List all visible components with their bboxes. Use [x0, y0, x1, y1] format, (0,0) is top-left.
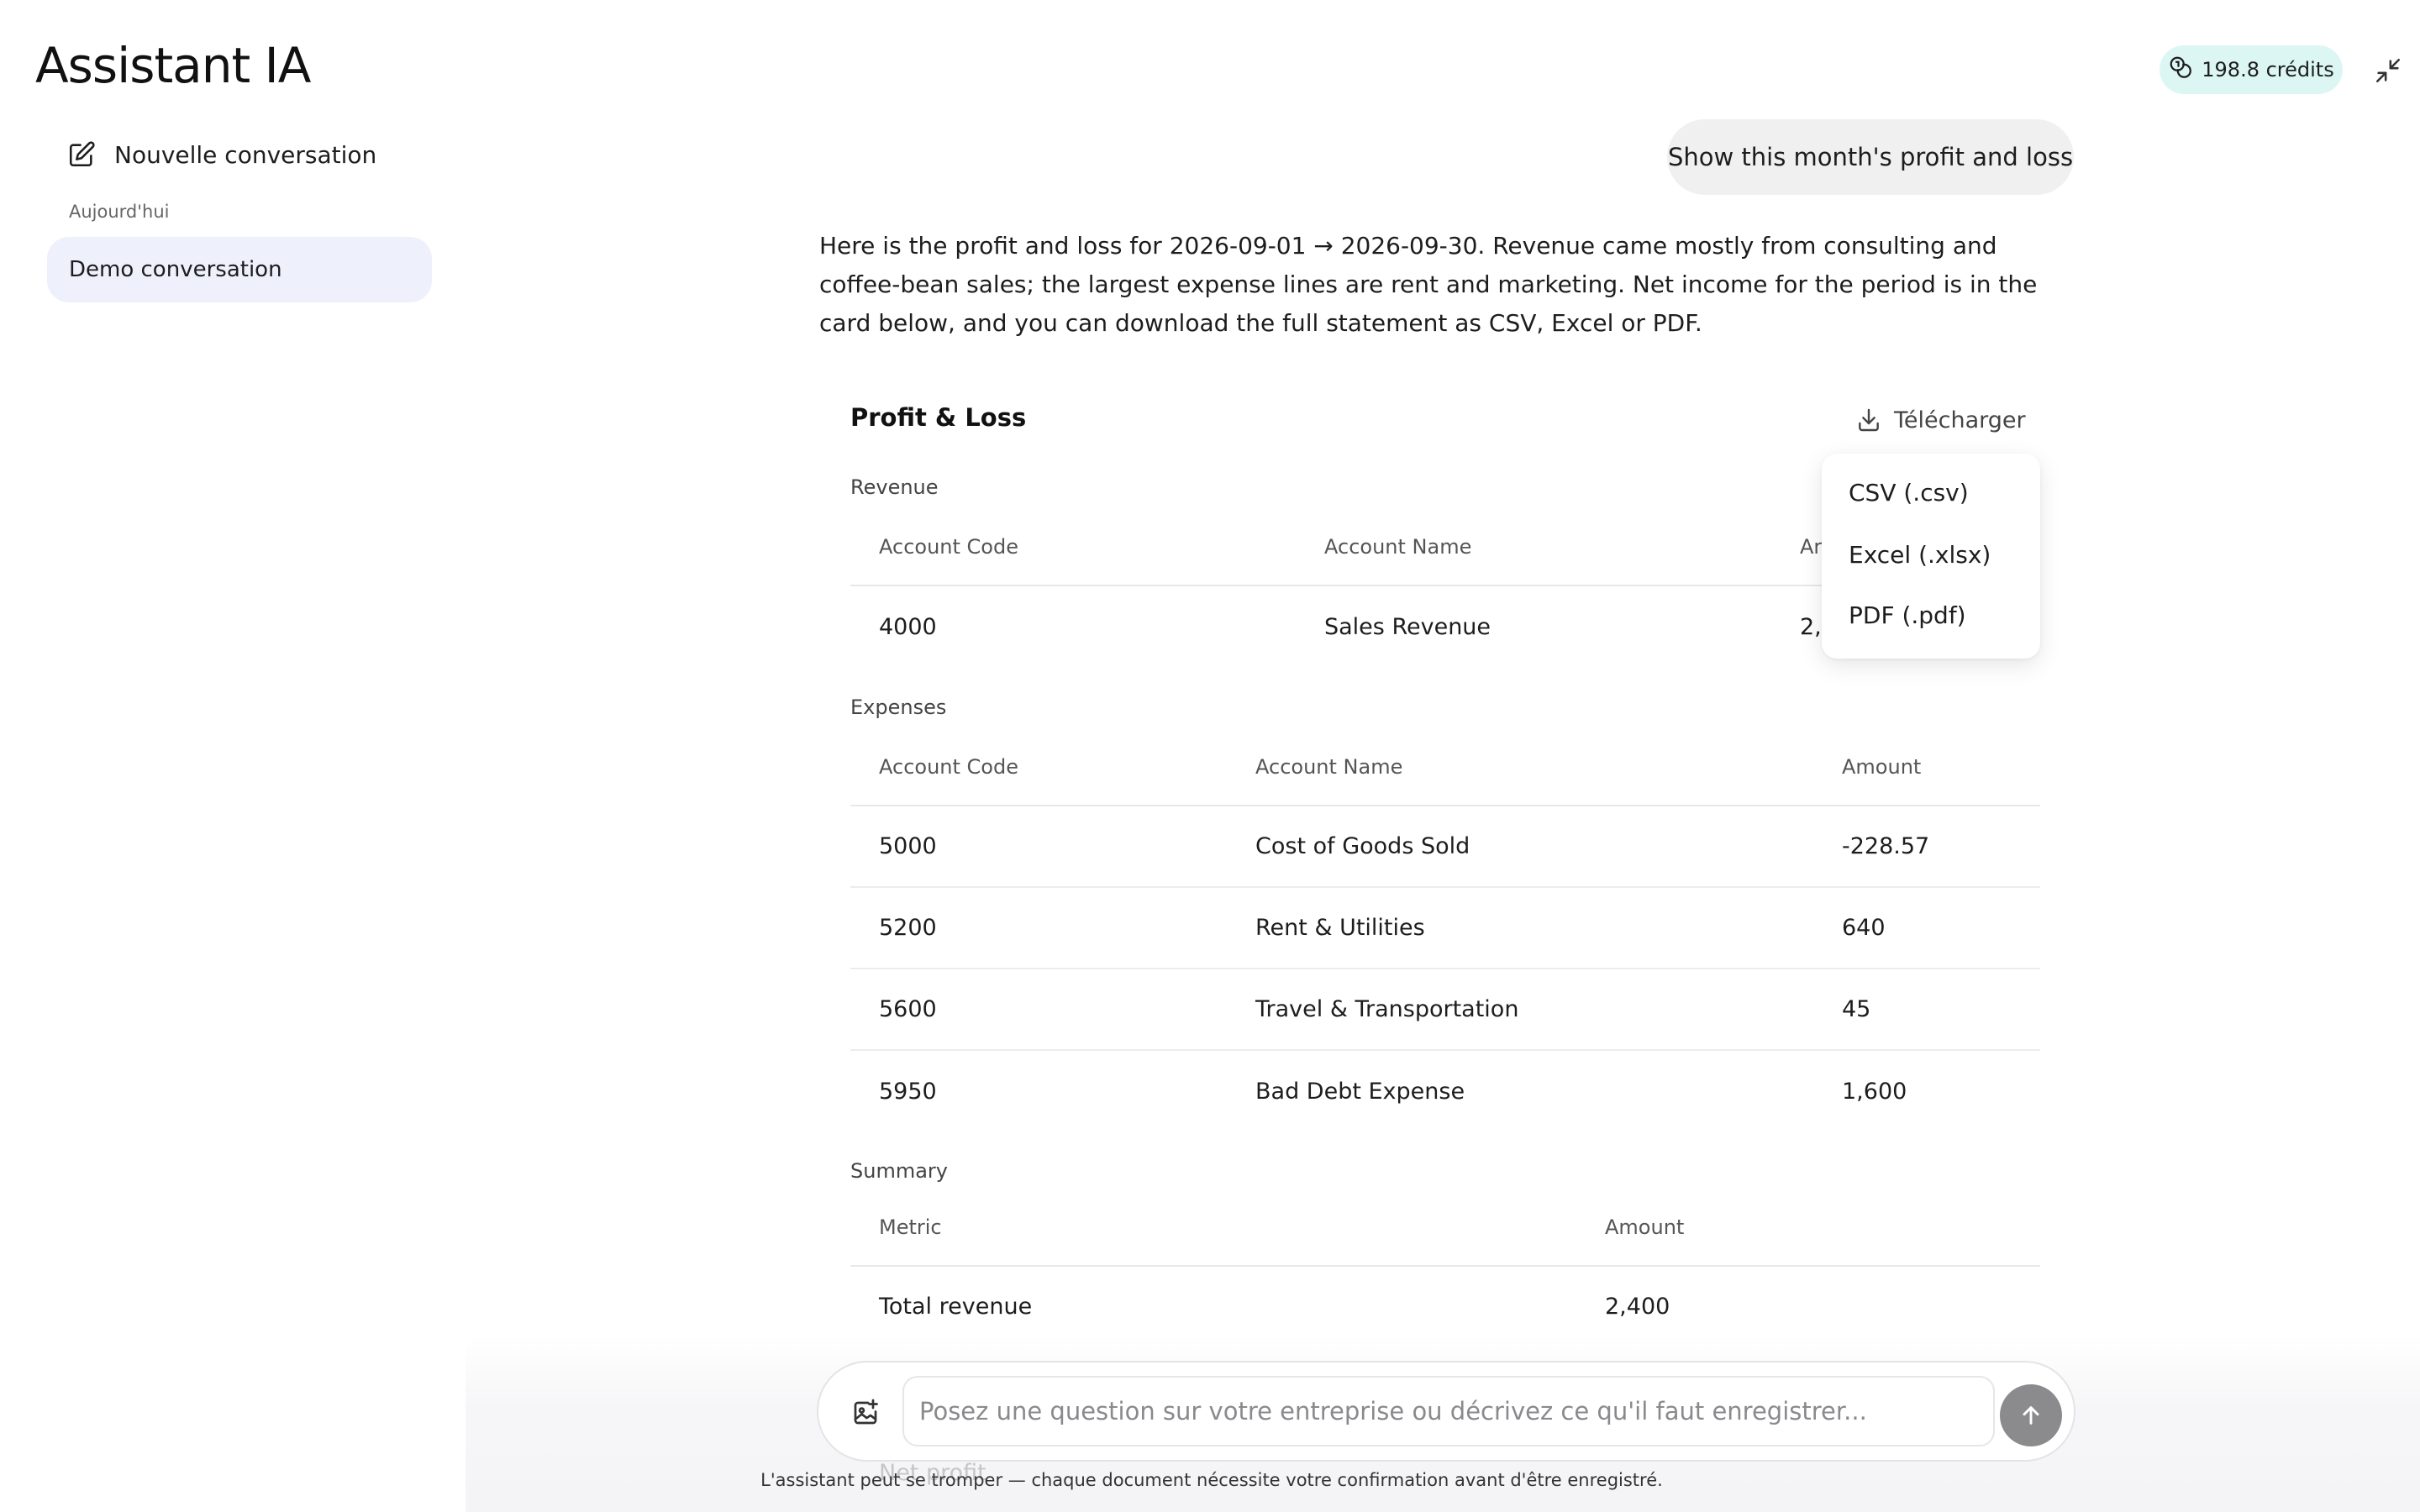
column-header-metric: Metric — [879, 1215, 942, 1239]
download-option-csv[interactable]: CSV (.csv) — [1849, 475, 1969, 509]
column-header-amount: Amount — [1605, 1215, 1685, 1239]
sidebar-item-label: Demo conversation — [69, 257, 282, 282]
amount-cell: 2,400 — [1605, 1293, 1670, 1320]
summary-section-label: Summary — [850, 1159, 948, 1183]
new-conversation-label: Nouvelle conversation — [114, 140, 377, 169]
new-conversation-button[interactable]: Nouvelle conversation — [67, 134, 376, 175]
column-header-account-code: Account Code — [879, 755, 1018, 779]
download-icon — [1859, 408, 1879, 432]
amount-cell: 640 — [1842, 915, 1886, 941]
send-button[interactable] — [2000, 1384, 2062, 1446]
credits-label: 198.8 crédits — [2202, 58, 2334, 81]
download-button[interactable]: Télécharger — [1855, 402, 2026, 438]
account-name-cell: Bad Debt Expense — [1255, 1079, 1465, 1105]
table-row: Total revenue 2,400 — [850, 1267, 2040, 1346]
download-option-pdf[interactable]: PDF (.pdf) — [1849, 598, 1966, 632]
app-window: Assistant IA 198.8 crédits Nouvelle conv… — [0, 0, 2420, 1512]
column-header-amount: Ar — [1800, 535, 1823, 559]
assistant-message: Here is the profit and loss for 2026-09-… — [819, 232, 2038, 337]
account-name-cell: Cost of Goods Sold — [1255, 833, 1470, 859]
message-input[interactable] — [902, 1376, 1995, 1446]
table-header-row: Metric Amount — [850, 1189, 2040, 1267]
image-add-icon[interactable] — [850, 1398, 881, 1428]
user-message-text: Show this month's profit and loss — [1667, 143, 2074, 171]
summary-table: Metric Amount Total revenue 2,400 — [850, 1189, 2040, 1346]
credits-badge[interactable]: 198.8 crédits — [2160, 45, 2343, 94]
sidebar-section-today: Aujourd'hui — [69, 202, 170, 222]
download-label: Télécharger — [1894, 407, 2026, 433]
table-row: 5600 Travel & Transportation 45 — [850, 969, 2040, 1051]
amount-cell: 45 — [1842, 996, 1871, 1022]
composer — [817, 1361, 2075, 1462]
user-message-bubble: Show this month's profit and loss — [1667, 119, 2074, 195]
collapse-button[interactable] — [2371, 54, 2405, 87]
account-code-cell: 4000 — [879, 614, 937, 640]
download-menu: CSV (.csv) Excel (.xlsx) PDF (.pdf) — [1822, 454, 2040, 659]
column-header-amount: Amount — [1842, 755, 1922, 779]
revenue-section-label: Revenue — [850, 475, 939, 499]
account-code-cell: 5000 — [879, 833, 937, 859]
account-code-cell: 5950 — [879, 1079, 937, 1105]
table-header-row: Account Code Account Name Amount — [850, 729, 2040, 806]
coins-icon — [2168, 55, 2193, 85]
expenses-table: Account Code Account Name Amount 5000 Co… — [850, 729, 2040, 1132]
column-header-account-code: Account Code — [879, 535, 1018, 559]
account-name-cell: Sales Revenue — [1324, 614, 1491, 640]
table-row: 5950 Bad Debt Expense 1,600 — [850, 1051, 2040, 1132]
account-code-cell: 5200 — [879, 915, 937, 941]
amount-cell: 1,600 — [1842, 1079, 1907, 1105]
column-header-account-name: Account Name — [1255, 755, 1403, 779]
account-name-cell: Travel & Transportation — [1255, 996, 1519, 1022]
download-option-xlsx[interactable]: Excel (.xlsx) — [1849, 538, 1991, 571]
column-header-account-name: Account Name — [1324, 535, 1472, 559]
account-name-cell: Rent & Utilities — [1255, 915, 1425, 941]
collapse-arrows-icon — [2375, 58, 2401, 83]
arrow-up-icon — [2023, 1406, 2039, 1425]
sidebar-item-demo-conversation[interactable]: Demo conversation — [47, 237, 432, 302]
account-code-cell: 5600 — [879, 996, 937, 1022]
edit-icon — [69, 141, 95, 167]
metric-cell: Total revenue — [879, 1293, 1033, 1320]
table-row: 5000 Cost of Goods Sold -228.57 — [850, 806, 2040, 888]
expenses-section-label: Expenses — [850, 696, 947, 719]
disclaimer-text: L'assistant peut se tromper — chaque doc… — [760, 1470, 1663, 1490]
amount-cell: -228.57 — [1842, 833, 1930, 859]
table-row: 5200 Rent & Utilities 640 — [850, 888, 2040, 969]
card-title: Profit & Loss — [850, 403, 1027, 432]
app-title: Assistant IA — [35, 37, 311, 94]
